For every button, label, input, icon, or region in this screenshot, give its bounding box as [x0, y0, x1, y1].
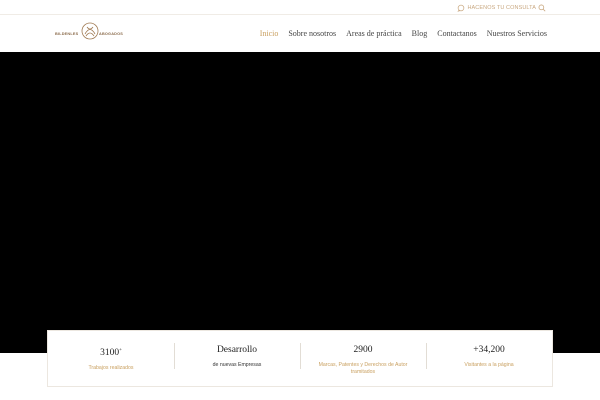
stat-value: +34,200	[473, 345, 505, 355]
stat-item: 3100+ Trabajos realizados	[48, 331, 174, 386]
stats-panel: 3100+ Trabajos realizados Desarrollo de …	[47, 330, 553, 387]
nav-item-blog[interactable]: Blog	[412, 29, 428, 38]
logo-mark-icon	[81, 22, 99, 40]
stat-suffix: +	[119, 348, 122, 353]
site-header: BILDENLES ABOGADOS Inicio Sobre nosotros…	[0, 15, 600, 52]
consult-link[interactable]: HACENOS TU CONSULTA	[457, 2, 546, 13]
hero-banner	[0, 52, 600, 353]
nav-item-contactanos[interactable]: Contactanos	[437, 29, 477, 38]
logo-right-text: ABOGADOS	[99, 32, 123, 36]
stat-label: Trabajos realizados	[88, 365, 134, 372]
nav-item-areas-de-practica[interactable]: Areas de práctica	[346, 29, 402, 38]
stat-value: Desarrollo	[216, 345, 258, 355]
stat-value: 3100+	[100, 348, 122, 359]
stat-label: de nuevas Empresas	[212, 362, 262, 368]
search-icon[interactable]	[538, 4, 546, 12]
chat-icon	[457, 4, 465, 12]
stat-label: Marcas, Patentes y Derechos de Autor tra…	[318, 362, 408, 375]
nav-item-inicio[interactable]: Inicio	[260, 29, 279, 38]
stat-value: 2900	[353, 345, 373, 355]
top-bar: HACENOS TU CONSULTA	[0, 0, 600, 15]
nav-item-nuestros-servicios[interactable]: Nuestros Servicios	[487, 29, 547, 38]
stat-item: 2900 Marcas, Patentes y Derechos de Auto…	[300, 331, 426, 386]
stat-item: Desarrollo de nuevas Empresas	[174, 331, 300, 386]
consult-label: HACENOS TU CONSULTA	[467, 4, 536, 11]
stat-item: +34,200 Visitantes a la página	[426, 331, 552, 386]
nav-item-sobre-nosotros[interactable]: Sobre nosotros	[288, 29, 336, 38]
logo-left-text: BILDENLES	[55, 32, 79, 36]
site-logo[interactable]: BILDENLES ABOGADOS	[55, 21, 125, 47]
main-nav: Inicio Sobre nosotros Areas de práctica …	[260, 15, 547, 52]
stat-label: Visitantes a la página	[464, 362, 514, 368]
